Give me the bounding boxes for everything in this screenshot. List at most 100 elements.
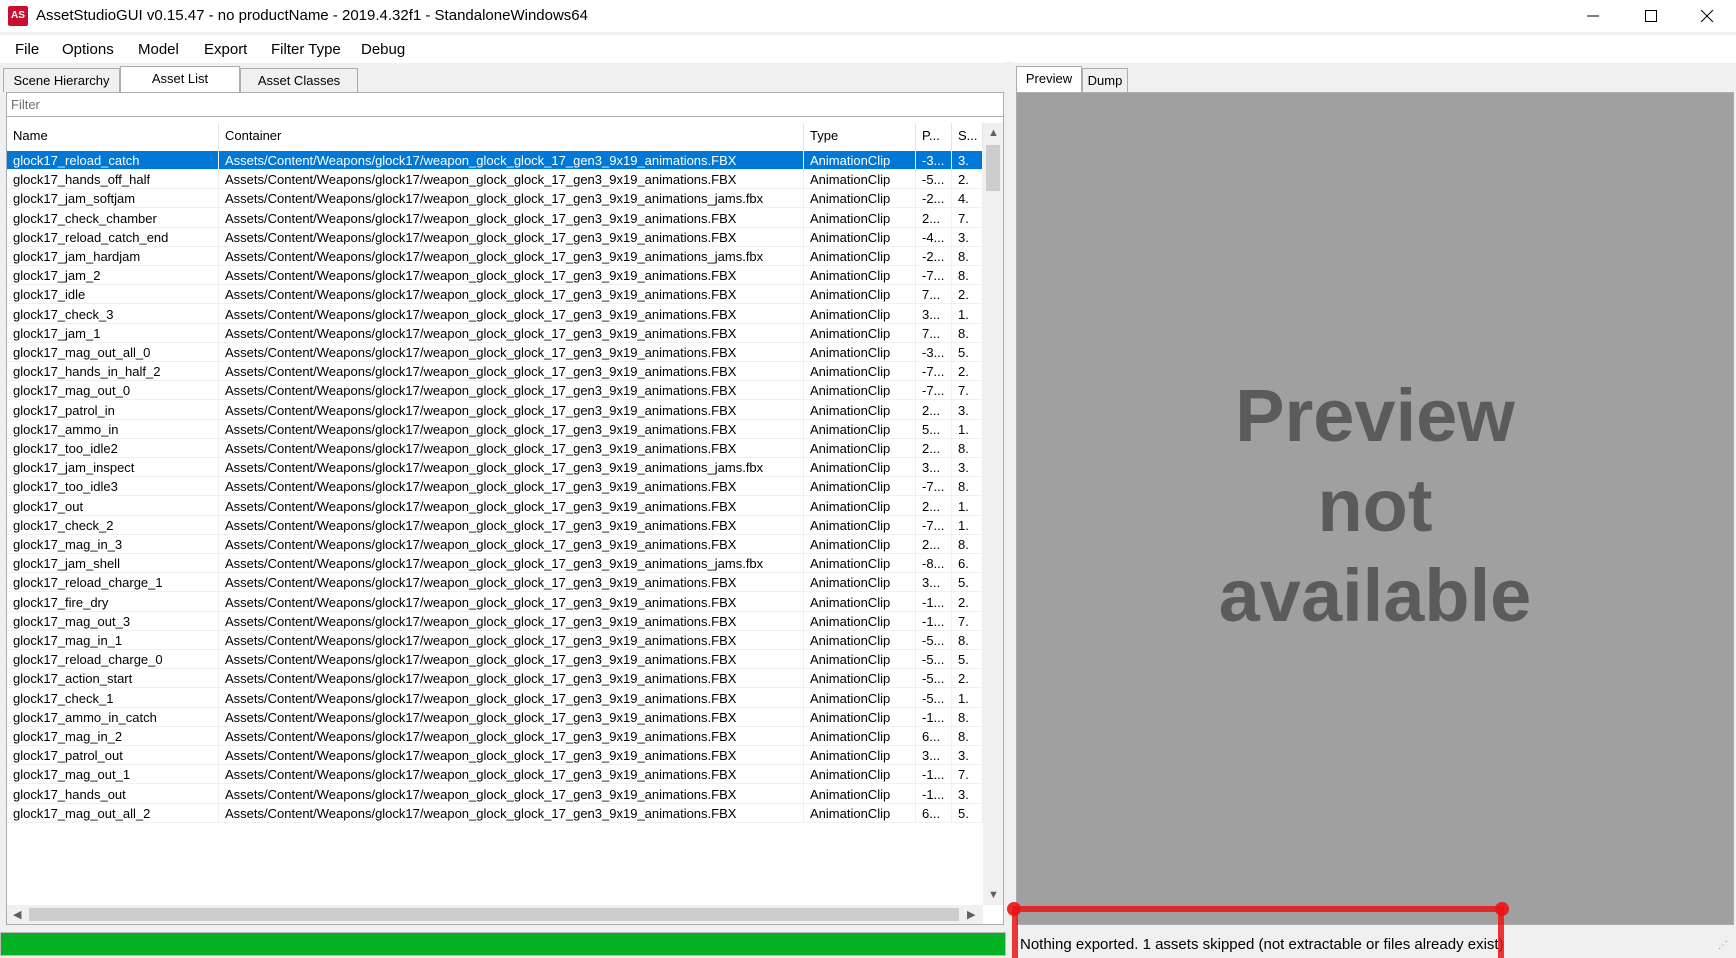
resize-grip-icon[interactable]: ⋰ [1718, 940, 1732, 954]
cell-name: glock17_jam_2 [7, 266, 219, 286]
table-row[interactable]: glock17_mag_in_1 Assets/Content/Weapons/g… [7, 631, 983, 650]
table-row[interactable]: glock17_reload_charge_0 Assets/Content/We… [7, 650, 983, 670]
table-row[interactable]: glock17_too_idle2 Assets/Content/Weapons/… [7, 439, 983, 458]
menu-filter-type[interactable]: Filter Type [271, 41, 341, 58]
column-header-name[interactable]: Name [7, 123, 219, 149]
scroll-down-icon[interactable]: ▼ [988, 889, 999, 901]
table-row[interactable]: glock17_mag_out_1 Assets/Content/Weapons/… [7, 765, 983, 785]
table-row[interactable]: glock17_mag_out_0 Assets/Content/Weapons/… [7, 381, 983, 401]
cell-name: glock17_hands_out [7, 784, 219, 804]
menu-options[interactable]: Options [62, 41, 114, 58]
table-row[interactable]: glock17_check_3 Assets/Content/Weapons/gl… [7, 304, 983, 324]
table-row[interactable]: glock17_too_idle3 Assets/Content/Weapons/… [7, 477, 983, 497]
cell-size: 8. [952, 323, 983, 343]
table-row[interactable]: glock17_jam_1 Assets/Content/Weapons/gloc… [7, 323, 983, 343]
table-row[interactable]: glock17_idle Assets/Content/Weapons/glock… [7, 285, 983, 305]
menu-file[interactable]: File [15, 41, 39, 58]
table-row[interactable]: glock17_mag_out_all_0 Assets/Content/Weap… [7, 343, 983, 362]
vertical-scrollbar[interactable]: ▲ ▼ [983, 123, 1003, 905]
cell-container: Assets/Content/Weapons/glock17/weapon_gl… [219, 343, 804, 362]
cell-size: 3. [952, 746, 983, 766]
cell-type: AnimationClip [804, 631, 916, 650]
cell-container: Assets/Content/Weapons/glock17/weapon_gl… [219, 304, 804, 324]
scroll-right-icon[interactable]: ▶ [967, 908, 975, 921]
table-row[interactable]: glock17_check_2 Assets/Content/Weapons/gl… [7, 515, 983, 535]
tab-scene-hierarchy[interactable]: Scene Hierarchy [3, 68, 120, 92]
cell-name: glock17_jam_inspect [7, 458, 219, 478]
table-row[interactable]: glock17_mag_in_3 Assets/Content/Weapons/g… [7, 535, 983, 554]
vertical-scroll-thumb[interactable] [986, 145, 1000, 191]
cell-type: AnimationClip [804, 688, 916, 708]
column-header-size[interactable]: S... [952, 123, 983, 149]
cell-name: glock17_mag_out_1 [7, 765, 219, 785]
app-icon: AS [8, 6, 28, 26]
table-row[interactable]: glock17_check_1 Assets/Content/Weapons/gl… [7, 688, 983, 708]
table-row[interactable]: glock17_jam_shell Assets/Content/Weapons/… [7, 554, 983, 574]
table-row[interactable]: glock17_hands_out Assets/Content/Weapons/… [7, 784, 983, 804]
table-row[interactable]: glock17_patrol_out Assets/Content/Weapons… [7, 746, 983, 766]
cell-pathid: -7... [916, 381, 952, 401]
table-row[interactable]: glock17_fire_dry Assets/Content/Weapons/g… [7, 592, 983, 612]
column-header-pathid[interactable]: P... [916, 123, 952, 149]
cell-name: glock17_reload_catch_end [7, 227, 219, 247]
cell-size: 2. [952, 285, 983, 305]
cell-name: glock17_jam_hardjam [7, 247, 219, 266]
cell-name: glock17_mag_out_all_0 [7, 343, 219, 362]
cell-type: AnimationClip [804, 247, 916, 266]
table-row[interactable]: glock17_ammo_in Assets/Content/Weapons/gl… [7, 419, 983, 439]
horizontal-scrollbar[interactable]: ◀ ▶ [7, 905, 983, 924]
cell-container: Assets/Content/Weapons/glock17/weapon_gl… [219, 535, 804, 554]
cell-type: AnimationClip [804, 343, 916, 362]
table-row[interactable]: glock17_ammo_in_catch Assets/Content/Weap… [7, 707, 983, 727]
cell-name: glock17_mag_in_3 [7, 535, 219, 554]
menu-model[interactable]: Model [138, 41, 179, 58]
table-row[interactable]: glock17_mag_out_all_2 Assets/Content/Weap… [7, 803, 983, 823]
horizontal-scroll-thumb[interactable] [29, 908, 959, 921]
tab-preview[interactable]: Preview [1016, 66, 1082, 92]
cell-pathid: -5... [916, 631, 952, 650]
cell-name: glock17_mag_in_2 [7, 727, 219, 746]
cell-type: AnimationClip [804, 477, 916, 497]
table-row[interactable]: glock17_jam_2 Assets/Content/Weapons/gloc… [7, 266, 983, 286]
panel-splitter[interactable] [1006, 62, 1014, 924]
table-row[interactable]: glock17_hands_in_half_2 Assets/Content/We… [7, 362, 983, 382]
cell-pathid: 3... [916, 746, 952, 766]
minimize-button[interactable] [1570, 0, 1616, 32]
table-row[interactable]: glock17_hands_off_half Assets/Content/Wea… [7, 170, 983, 190]
table-row[interactable]: glock17_mag_in_2 Assets/Content/Weapons/g… [7, 727, 983, 746]
table-row[interactable]: glock17_reload_catch_end Assets/Content/W… [7, 227, 983, 247]
close-button[interactable] [1684, 0, 1730, 32]
table-row[interactable]: glock17_action_start Assets/Content/Weapo… [7, 669, 983, 689]
preview-unavailable-message: Preview not available [1017, 371, 1733, 641]
tab-asset-list[interactable]: Asset List [120, 66, 240, 92]
table-row[interactable]: glock17_jam_inspect Assets/Content/Weapon… [7, 458, 983, 478]
cell-name: glock17_hands_in_half_2 [7, 362, 219, 382]
tab-asset-classes[interactable]: Asset Classes [240, 68, 358, 92]
table-row[interactable]: glock17_check_chamber Assets/Content/Weap… [7, 208, 983, 228]
cell-size: 8. [952, 707, 983, 727]
table-row[interactable]: glock17_reload_catch Assets/Content/Weapo… [7, 151, 983, 170]
table-row[interactable]: glock17_reload_charge_1 Assets/Content/We… [7, 573, 983, 593]
cell-type: AnimationClip [804, 592, 916, 612]
column-header-container[interactable]: Container [219, 123, 804, 149]
cell-container: Assets/Content/Weapons/glock17/weapon_gl… [219, 400, 804, 420]
cell-type: AnimationClip [804, 304, 916, 324]
menu-debug[interactable]: Debug [361, 41, 405, 58]
scroll-up-icon[interactable]: ▲ [988, 127, 999, 139]
table-row[interactable]: glock17_mag_out_3 Assets/Content/Weapons/… [7, 611, 983, 631]
table-row[interactable]: glock17_jam_softjam Assets/Content/Weapon… [7, 189, 983, 209]
cell-pathid: 2... [916, 496, 952, 516]
filter-input[interactable] [7, 93, 1003, 117]
menu-export[interactable]: Export [204, 41, 247, 58]
preview-message-line: Preview [1235, 374, 1515, 457]
table-row[interactable]: glock17_patrol_in Assets/Content/Weapons/… [7, 400, 983, 420]
table-row[interactable]: glock17_jam_hardjam Assets/Content/Weapon… [7, 247, 983, 266]
scroll-left-icon[interactable]: ◀ [13, 908, 21, 921]
preview-panel: Preview not available [1016, 92, 1734, 925]
table-row[interactable]: glock17_out Assets/Content/Weapons/glock1… [7, 496, 983, 516]
maximize-button[interactable] [1628, 0, 1674, 32]
column-header-type[interactable]: Type [804, 123, 916, 149]
tab-dump[interactable]: Dump [1082, 68, 1128, 92]
cell-size: 2. [952, 669, 983, 689]
cell-pathid: -1... [916, 784, 952, 804]
